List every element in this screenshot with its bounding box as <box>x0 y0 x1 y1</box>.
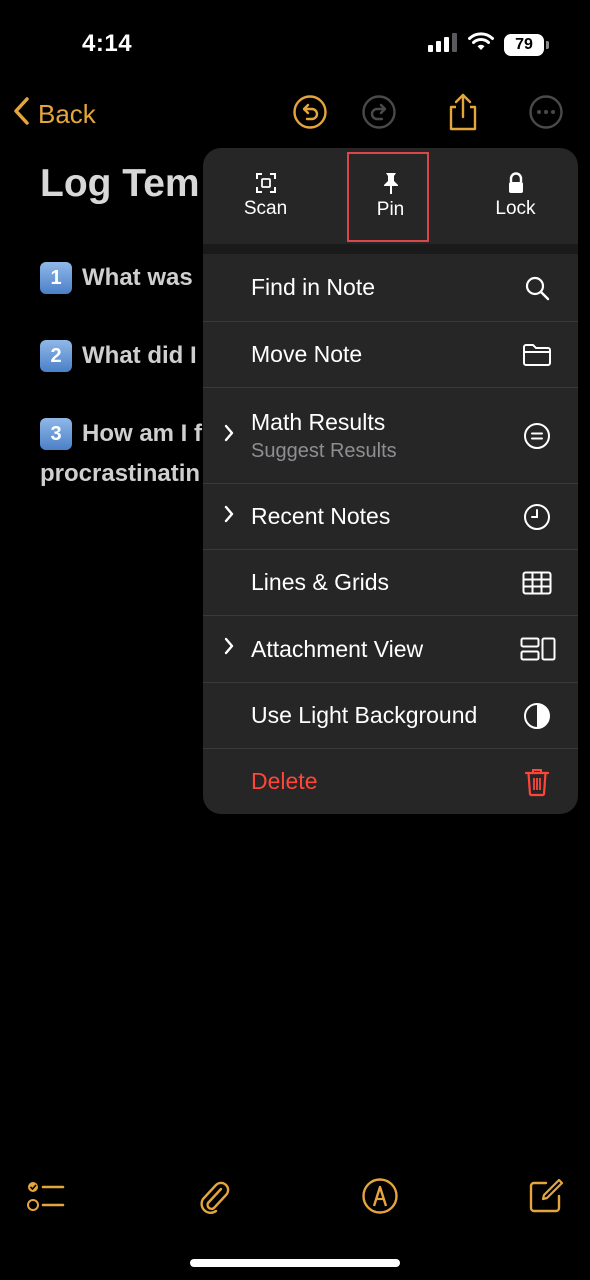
lock-button[interactable]: Lock <box>453 148 578 244</box>
checklist-icon <box>27 1182 65 1211</box>
trash-icon <box>522 767 552 797</box>
menu-item-attachment-view[interactable]: Attachment View <box>203 615 578 682</box>
menu-item-label: Math Results <box>251 408 386 435</box>
lock-icon <box>508 172 523 193</box>
note-options-menu: Scan Pin Lock Find in Note Move Note Mat… <box>203 148 578 814</box>
attachment-button[interactable] <box>194 1176 234 1216</box>
status-indicators: 79 <box>428 32 549 57</box>
back-label: Back <box>38 99 96 129</box>
menu-item-label: Find in Note <box>251 274 376 300</box>
menu-item-label: Recent Notes <box>251 503 391 529</box>
wifi-icon <box>468 32 494 57</box>
equals-circle-icon <box>522 421 552 451</box>
magnifier-icon <box>522 273 552 303</box>
more-button[interactable] <box>528 94 564 130</box>
menu-item-recent-notes[interactable]: Recent Notes <box>203 483 578 549</box>
chevron-right-icon <box>223 636 235 662</box>
paperclip-icon <box>200 1181 230 1214</box>
pen-circle-icon <box>362 1178 398 1214</box>
note-line-text: What did I <box>82 342 197 369</box>
share-icon <box>449 93 477 131</box>
redo-icon <box>362 95 396 129</box>
battery-indicator: 79 <box>504 33 549 56</box>
lock-label: Lock <box>495 198 536 219</box>
redo-button[interactable] <box>361 94 397 130</box>
compose-button[interactable] <box>526 1176 566 1216</box>
menu-item-label: Use Light Background <box>251 702 478 728</box>
menu-item-lines-grids[interactable]: Lines & Grids <box>203 549 578 615</box>
status-time: 4:14 <box>82 30 133 57</box>
menu-item-label: Attachment View <box>251 635 424 662</box>
note-line: 1 What was <box>40 262 193 294</box>
chevron-right-icon <box>223 423 235 449</box>
chevron-right-icon <box>223 504 235 530</box>
menu-item-move-note[interactable]: Move Note <box>203 321 578 387</box>
home-indicator[interactable] <box>190 1259 400 1267</box>
markup-button[interactable] <box>360 1176 400 1216</box>
keycap-number-icon: 3 <box>40 418 72 450</box>
undo-button[interactable] <box>292 94 328 130</box>
grid-icon <box>522 568 552 598</box>
menu-item-label: Delete <box>251 768 318 794</box>
scan-label: Scan <box>243 198 288 219</box>
menu-separator <box>203 244 578 254</box>
keycap-number-icon: 1 <box>40 262 72 294</box>
menu-item-delete[interactable]: Delete <box>203 748 578 814</box>
note-line: 2 What did I <box>40 340 197 372</box>
pin-highlight-box <box>347 152 429 242</box>
menu-item-label: Lines & Grids <box>251 569 390 595</box>
note-line: 3 How am I f <box>40 418 202 450</box>
menu-item-find-in-note[interactable]: Find in Note <box>203 254 578 321</box>
folder-icon <box>522 340 552 370</box>
cellular-signal-icon <box>428 32 458 57</box>
note-line-continuation: procrastinatin <box>40 460 201 487</box>
menu-top-actions: Scan Pin Lock <box>203 148 578 244</box>
chevron-left-icon <box>12 96 32 133</box>
menu-item-sublabel: Suggest Results <box>251 439 397 462</box>
note-line-text: How am I f <box>82 420 203 447</box>
menu-item-use-light-background[interactable]: Use Light Background <box>203 682 578 748</box>
back-button[interactable]: Back <box>12 96 96 133</box>
keycap-number-icon: 2 <box>40 340 72 372</box>
clock-icon <box>522 502 552 532</box>
scan-icon <box>255 173 276 193</box>
menu-item-math-results[interactable]: Math Results Suggest Results <box>203 387 578 483</box>
share-button[interactable] <box>445 93 481 131</box>
half-circle-icon <box>522 701 552 731</box>
compose-icon <box>529 1178 564 1213</box>
menu-item-label: Move Note <box>251 341 363 367</box>
attachment-view-icon <box>520 634 556 664</box>
note-title: Log Tem <box>40 162 200 205</box>
more-icon <box>529 95 563 129</box>
undo-icon <box>293 95 327 129</box>
checklist-button[interactable] <box>26 1176 66 1216</box>
note-line-text: What was <box>82 264 193 291</box>
scan-button[interactable]: Scan <box>203 148 328 244</box>
